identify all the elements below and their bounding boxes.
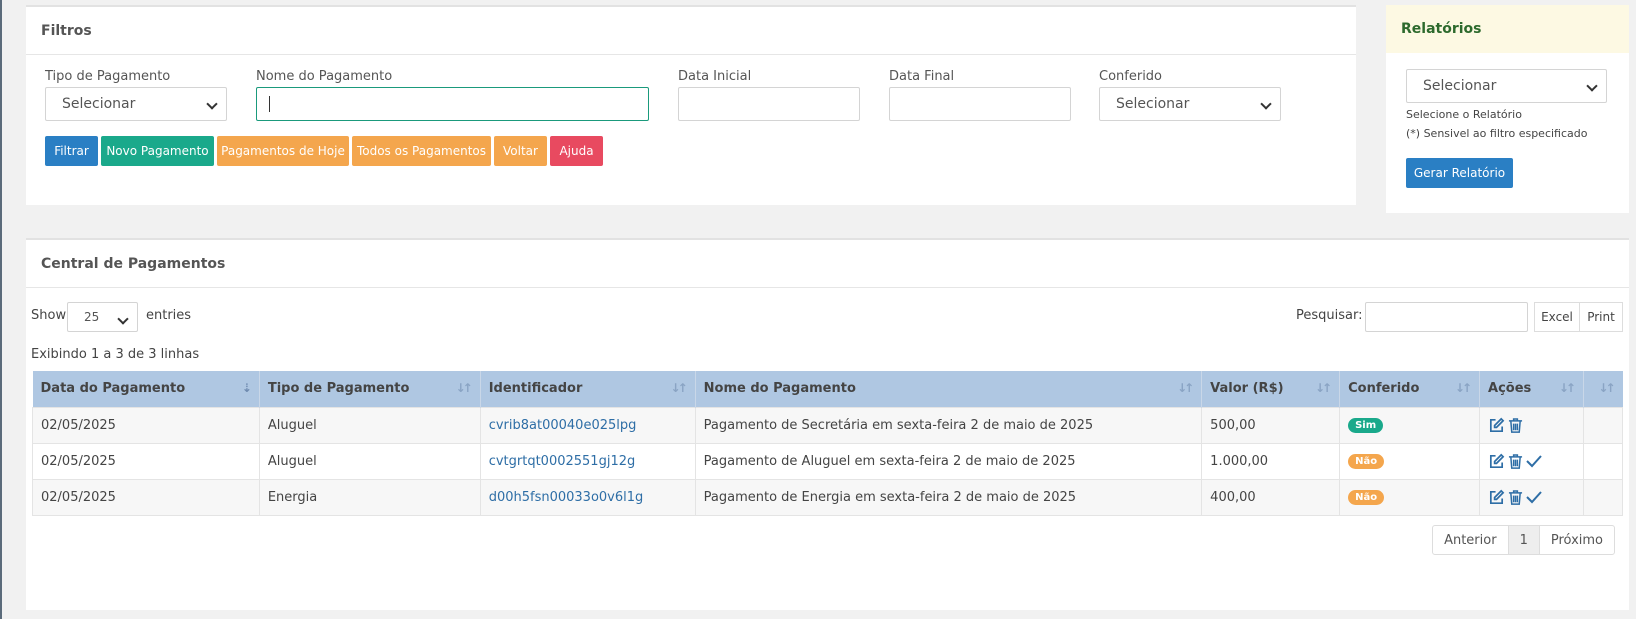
todos-pagamentos-button[interactable]: Todos os Pagamentos (352, 136, 491, 166)
tipo-pagamento-label: Tipo de Pagamento (45, 69, 171, 84)
text-cursor (269, 96, 270, 112)
col-valor[interactable]: Valor (R$) ↓↑ (1201, 371, 1341, 407)
cell-tipo: Aluguel (258, 406, 481, 444)
entries-select[interactable]: 25 (67, 302, 138, 332)
col-identificador[interactable]: Identificador ↓↑ (480, 371, 696, 407)
filtrar-button[interactable]: Filtrar (45, 136, 98, 166)
sort-icon: ↓↑ (1314, 381, 1332, 395)
cell-data: 02/05/2025 (32, 406, 260, 444)
cell-extra (1582, 478, 1624, 516)
status-badge: Não (1348, 490, 1385, 505)
relatorios-panel: Relatórios Selecionar Selecione o Relató… (1386, 5, 1629, 213)
cell-nome: Pagamento de Energia em sexta-feira 2 de… (694, 478, 1203, 516)
data-final-input[interactable] (889, 87, 1071, 121)
sort-icon: ↓↑ (670, 381, 688, 395)
data-inicial-input[interactable] (678, 87, 860, 121)
filtros-title: Filtros (26, 7, 1356, 55)
cell-valor: 1.000,00 (1201, 442, 1341, 480)
ajuda-button[interactable]: Ajuda (550, 136, 603, 166)
status-badge: Sim (1348, 418, 1384, 433)
col-extra[interactable]: ↓↑ (1583, 371, 1623, 407)
trash-icon[interactable] (1508, 453, 1523, 470)
pagination-page[interactable]: 1 (1508, 526, 1540, 554)
cell-nome: Pagamento de Secretária em sexta-feira 2… (694, 406, 1203, 444)
entries-label: entries (146, 308, 192, 323)
show-label: Show (31, 308, 67, 323)
sort-icon: ↓↑ (1177, 381, 1194, 395)
data-inicial-label: Data Inicial (678, 69, 752, 84)
window-edge (0, 0, 2, 619)
data-final-label: Data Final (889, 69, 955, 84)
central-pagamentos-panel: Central de Pagamentos Show 25 entries Pe… (26, 238, 1629, 610)
sort-icon: ↓↑ (1454, 381, 1472, 395)
pagination-prev[interactable]: Anterior (1433, 526, 1509, 554)
identificador-link[interactable]: cvrib8at00040e025lpg (489, 418, 637, 433)
edit-icon[interactable] (1488, 453, 1505, 470)
central-title: Central de Pagamentos (26, 240, 1629, 288)
sort-icon: ↓↑ (455, 381, 473, 395)
cell-data: 02/05/2025 (32, 442, 260, 480)
cell-data: 02/05/2025 (32, 478, 260, 516)
identificador-link[interactable]: d00h5fsn00033o0v6l1g (489, 490, 644, 505)
voltar-button[interactable]: Voltar (494, 136, 547, 166)
conferido-label: Conferido (1099, 69, 1163, 84)
col-data-pagamento[interactable]: Data do Pagamento ⇣ (32, 371, 260, 407)
table-row: 02/05/2025 Energia d00h5fsn00033o0v6l1g … (32, 478, 1624, 516)
print-button[interactable]: Print (1579, 302, 1623, 332)
sort-icon: ↓↑ (1558, 381, 1576, 395)
trash-icon[interactable] (1508, 489, 1523, 506)
filtros-panel: Filtros Tipo de Pagamento Selecionar Nom… (26, 5, 1356, 205)
table-info: Exibindo 1 a 3 de 3 linhas (31, 347, 200, 362)
check-icon[interactable] (1526, 490, 1542, 504)
cell-nome: Pagamento de Aluguel em sexta-feira 2 de… (694, 442, 1203, 480)
col-conferido[interactable]: Conferido ↓↑ (1339, 371, 1481, 407)
cell-tipo: Aluguel (258, 442, 481, 480)
col-acoes[interactable]: Ações ↓↑ (1479, 371, 1584, 407)
search-label: Pesquisar: (1296, 308, 1363, 323)
novo-pagamento-button[interactable]: Novo Pagamento (101, 136, 214, 166)
relatorio-select[interactable]: Selecionar (1406, 69, 1607, 103)
identificador-link[interactable]: cvtgrtqt0002551gj12g (489, 454, 636, 469)
relatorio-hint: Selecione o Relatório (1406, 108, 1522, 121)
cell-extra (1582, 406, 1624, 444)
pagination-next[interactable]: Próximo (1540, 526, 1614, 554)
cell-tipo: Energia (258, 478, 481, 516)
table-row: 02/05/2025 Aluguel cvrib8at00040e025lpg … (32, 406, 1624, 444)
search-input[interactable] (1365, 302, 1528, 332)
cell-valor: 500,00 (1201, 406, 1341, 444)
cell-extra (1582, 442, 1624, 480)
pagamentos-table: Data do Pagamento ⇣ Tipo de Pagamento ↓↑ I… (32, 371, 1624, 516)
edit-icon[interactable] (1488, 489, 1505, 506)
status-badge: Não (1348, 454, 1385, 469)
sort-asc-icon: ⇣ (241, 381, 252, 395)
nome-pagamento-label: Nome do Pagamento (256, 69, 393, 84)
conferido-select[interactable]: Selecionar (1099, 87, 1281, 121)
col-nome-pagamento[interactable]: Nome do Pagamento ↓↑ (695, 371, 1203, 407)
gerar-relatorio-button[interactable]: Gerar Relatório (1406, 158, 1513, 188)
relatorios-title: Relatórios (1386, 5, 1629, 53)
pagamentos-hoje-button[interactable]: Pagamentos de Hoje (217, 136, 349, 166)
check-icon[interactable] (1526, 454, 1542, 468)
tipo-pagamento-select[interactable]: Selecionar (45, 87, 227, 121)
pagination: Anterior 1 Próximo (1432, 525, 1615, 555)
trash-icon[interactable] (1508, 417, 1523, 434)
table-row: 02/05/2025 Aluguel cvtgrtqt0002551gj12g … (32, 442, 1624, 480)
cell-valor: 400,00 (1201, 478, 1341, 516)
relatorio-filter-note: (*) Sensivel ao filtro especificado (1406, 127, 1588, 140)
sort-icon: ↓↑ (1598, 381, 1615, 395)
col-tipo-pagamento[interactable]: Tipo de Pagamento ↓↑ (259, 371, 481, 407)
edit-icon[interactable] (1488, 417, 1505, 434)
excel-button[interactable]: Excel (1534, 302, 1580, 332)
nome-pagamento-input[interactable] (256, 87, 649, 121)
